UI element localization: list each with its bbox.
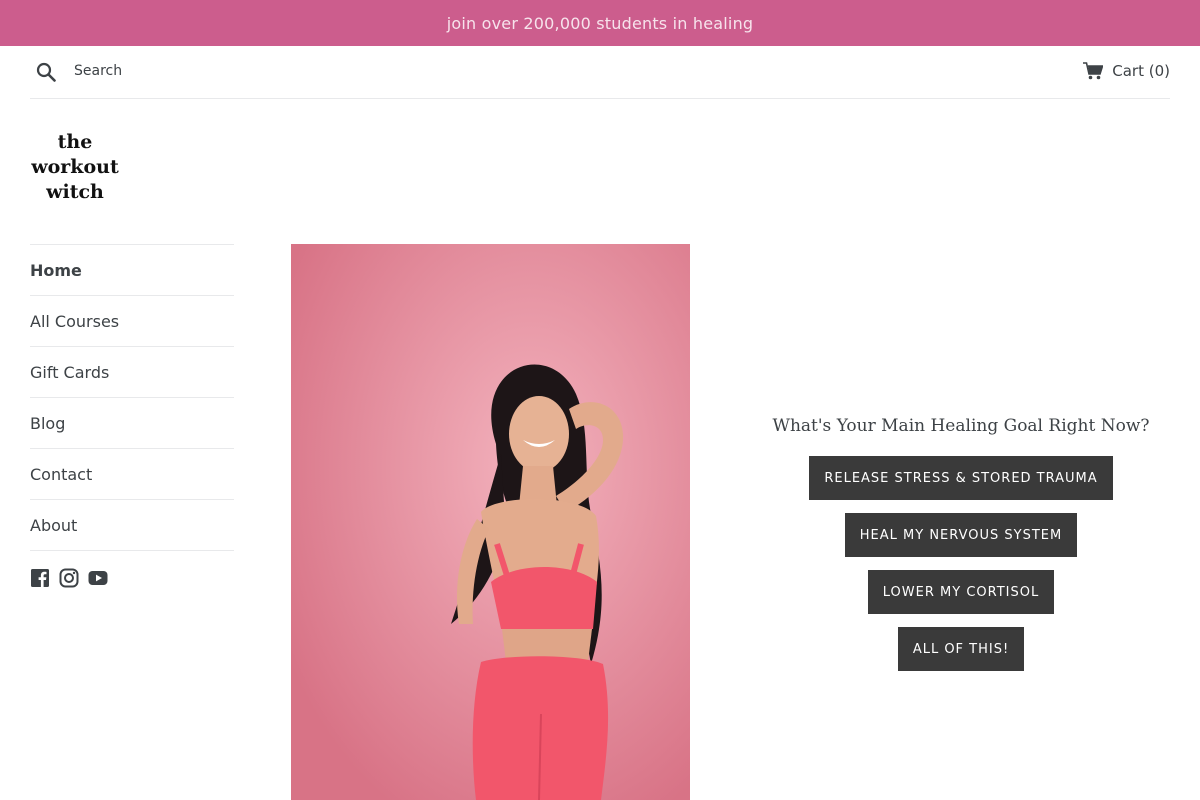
lower-cortisol-button[interactable]: LOWER MY CORTISOL [867, 570, 1055, 614]
hero-image [291, 244, 690, 800]
instagram-icon[interactable] [59, 568, 79, 588]
nav-item-contact[interactable]: Contact [30, 449, 234, 500]
header-bar: Cart (0) [30, 46, 1170, 99]
social-links [30, 568, 117, 588]
youtube-icon[interactable] [88, 568, 108, 588]
cart-label: Cart (0) [1112, 62, 1170, 80]
woman-photo-illustration [291, 244, 690, 800]
nav-item-home[interactable]: Home [30, 245, 234, 296]
search-input[interactable] [66, 58, 382, 84]
nav-item-about[interactable]: About [30, 500, 234, 551]
nav-item-blog[interactable]: Blog [30, 398, 234, 449]
site-logo[interactable]: the workout witch [30, 130, 120, 210]
release-stress-button[interactable]: RELEASE STRESS & STORED TRAUMA [809, 456, 1113, 500]
sidebar-nav: Home All Courses Gift Cards Blog Contact… [30, 244, 234, 551]
heal-nervous-system-button[interactable]: HEAL MY NERVOUS SYSTEM [844, 513, 1078, 557]
cart-icon [1083, 62, 1104, 80]
nav-item-gift-cards[interactable]: Gift Cards [30, 347, 234, 398]
logo-line: workout [31, 156, 119, 178]
all-of-this-button[interactable]: ALL OF THIS! [897, 627, 1025, 671]
logo-line: the [57, 131, 93, 153]
healing-goal-section: What's Your Main Healing Goal Right Now?… [750, 410, 1172, 684]
nav-item-all-courses[interactable]: All Courses [30, 296, 234, 347]
search-icon[interactable] [36, 62, 56, 82]
logo-line: witch [46, 181, 104, 203]
section-heading: What's Your Main Healing Goal Right Now? [772, 416, 1150, 436]
cart-link[interactable]: Cart (0) [1083, 60, 1170, 82]
announcement-text: join over 200,000 students in healing [446, 13, 754, 33]
announcement-bar: join over 200,000 students in healing [0, 0, 1200, 46]
facebook-icon[interactable] [30, 568, 50, 588]
